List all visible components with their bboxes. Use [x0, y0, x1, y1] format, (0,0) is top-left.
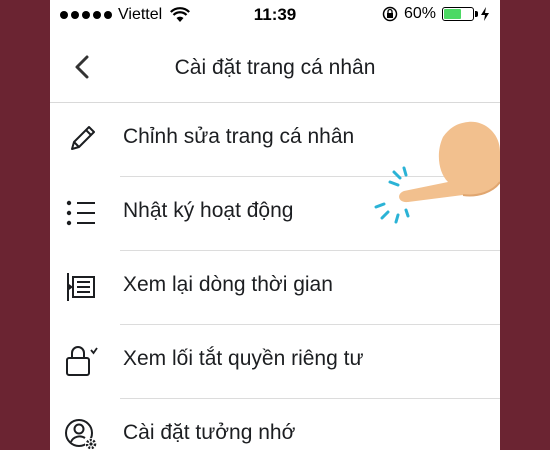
menu-item-activity-log[interactable]: Nhật ký hoạt động — [66, 177, 500, 251]
battery-fill — [444, 9, 461, 19]
memorial-settings-icon — [65, 419, 97, 450]
menu-item-label: Xem lại dòng thời gian — [123, 273, 333, 296]
page-title: Cài đặt trang cá nhân — [174, 56, 376, 79]
charging-bolt-icon — [481, 7, 489, 21]
menu-item-timeline-review[interactable]: Xem lại dòng thời gian — [67, 251, 500, 325]
status-bar: Viettel 11:39 60% — [50, 0, 500, 32]
timeline-review-icon — [67, 273, 95, 301]
menu-item-label: Nhật ký hoạt động — [123, 199, 294, 222]
menu-item-label: Xem lối tắt quyền riêng tư — [123, 347, 364, 370]
menu-item-label: Cài đặt tưởng nhớ — [123, 421, 296, 444]
phone-screen: Viettel 11:39 60% Cài đặt trang cá nhân … — [50, 0, 500, 450]
list-icon — [66, 200, 95, 226]
menu-item-memorial-settings[interactable]: Cài đặt tưởng nhớ — [65, 399, 500, 450]
lock-icon — [66, 346, 98, 376]
menu-item-privacy-shortcuts[interactable]: Xem lối tắt quyền riêng tư — [66, 325, 500, 399]
menu-item-edit-profile[interactable]: Chỉnh sửa trang cá nhân — [71, 103, 500, 177]
menu-item-label: Chỉnh sửa trang cá nhân — [123, 125, 355, 148]
battery-icon — [442, 7, 478, 21]
navigation-bar: Cài đặt trang cá nhân — [50, 32, 500, 103]
orientation-lock-icon — [382, 6, 398, 22]
pencil-icon — [71, 126, 95, 150]
settings-list: Chỉnh sửa trang cá nhân Nhật ký hoạt độn… — [50, 103, 500, 450]
status-right: 60% — [382, 5, 490, 23]
battery-percent: 60% — [403, 5, 436, 22]
